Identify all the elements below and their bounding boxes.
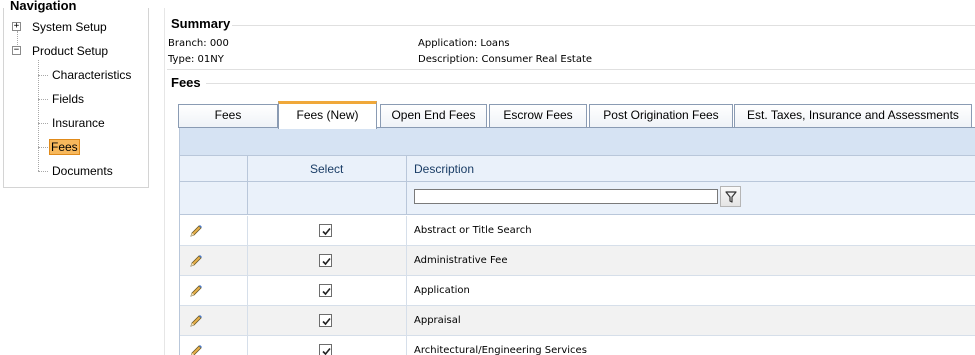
column-divider <box>406 156 407 181</box>
column-divider <box>247 156 248 181</box>
tree-item-label: System Setup <box>32 20 107 34</box>
grid-header-row: Select Description <box>180 156 975 182</box>
filter-button[interactable] <box>720 186 741 207</box>
expand-toggle-system-setup[interactable]: + <box>12 22 21 31</box>
fee-description: Application <box>414 285 470 296</box>
table-row[interactable]: Architectural/Engineering Services <box>180 336 975 355</box>
fees-title: Fees <box>171 75 201 90</box>
column-header-select[interactable]: Select <box>310 156 343 182</box>
tree-item-product-setup[interactable]: Product Setup <box>32 42 108 60</box>
tree-connector <box>38 147 48 148</box>
fees-divider <box>206 83 975 84</box>
summary-branch: Branch: 000 <box>168 38 229 49</box>
column-divider <box>406 216 407 355</box>
summary-application: Application: Loans <box>418 38 510 49</box>
fee-description: Appraisal <box>414 315 461 326</box>
edit-pencil-icon[interactable] <box>188 253 204 269</box>
summary-title: Summary <box>171 16 231 31</box>
collapse-toggle-product-setup[interactable]: − <box>12 46 21 55</box>
tree-connector <box>38 60 39 171</box>
edit-pencil-icon[interactable] <box>188 283 204 299</box>
tree-item-characteristics[interactable]: Characteristics <box>52 66 131 84</box>
select-checkbox[interactable] <box>319 314 332 327</box>
tree-item-label: Insurance <box>52 116 105 130</box>
column-divider <box>406 182 407 214</box>
edit-pencil-icon[interactable] <box>188 313 204 329</box>
table-row[interactable]: Application <box>180 276 975 306</box>
select-checkbox[interactable] <box>319 224 332 237</box>
tab-open-end-fees[interactable]: Open End Fees <box>380 104 487 128</box>
table-row[interactable]: Appraisal <box>180 306 975 336</box>
select-checkbox[interactable] <box>319 254 332 267</box>
summary-type: Type: 01NY <box>168 54 224 65</box>
tree-item-documents[interactable]: Documents <box>52 162 113 180</box>
tab-fees[interactable]: Fees <box>178 104 278 128</box>
tree-item-fields[interactable]: Fields <box>52 90 84 108</box>
summary-divider <box>232 25 975 26</box>
tree-item-label: Fields <box>52 92 85 106</box>
tree-item-system-setup[interactable]: System Setup <box>32 18 107 36</box>
table-row[interactable]: Administrative Fee <box>180 246 975 276</box>
edit-pencil-icon[interactable] <box>188 223 204 239</box>
fee-description: Architectural/Engineering Services <box>414 345 587 355</box>
tree-connector <box>38 99 48 100</box>
fees-grid: Select Description Abstract or Title Sea… <box>179 128 975 355</box>
tree-connector <box>38 171 48 172</box>
select-checkbox[interactable] <box>319 344 332 355</box>
column-header-description[interactable]: Description <box>414 156 474 182</box>
tree-item-label: Fees <box>49 139 80 155</box>
filter-icon <box>725 191 737 203</box>
column-divider <box>247 216 248 355</box>
tree-item-label: Product Setup <box>32 44 109 58</box>
grid-group-panel <box>180 128 975 156</box>
tree-connector <box>38 75 48 76</box>
tree-item-label: Documents <box>52 164 113 178</box>
description-filter-input[interactable] <box>414 189 718 204</box>
tree-connector <box>38 123 48 124</box>
tree-item-fees[interactable]: Fees <box>49 138 80 156</box>
grid-filter-row <box>180 182 975 215</box>
tab-escrow-fees[interactable]: Escrow Fees <box>489 104 587 128</box>
select-checkbox[interactable] <box>319 284 332 297</box>
table-row[interactable]: Abstract or Title Search <box>180 216 975 246</box>
edit-pencil-icon[interactable] <box>188 343 204 355</box>
tab-post-origination-fees[interactable]: Post Origination Fees <box>589 104 733 128</box>
tree-item-insurance[interactable]: Insurance <box>52 114 105 132</box>
tab-est-taxes-insurance-assessments[interactable]: Est. Taxes, Insurance and Assessments <box>734 104 972 128</box>
column-divider <box>247 182 248 214</box>
tree-item-label: Characteristics <box>52 68 132 82</box>
fee-description: Administrative Fee <box>414 255 508 266</box>
fee-description: Abstract or Title Search <box>414 225 532 236</box>
tab-fees-new[interactable]: Fees (New) <box>278 101 377 129</box>
summary-divider <box>167 69 975 70</box>
panel-divider <box>164 8 165 355</box>
summary-description: Description: Consumer Real Estate <box>418 54 593 65</box>
